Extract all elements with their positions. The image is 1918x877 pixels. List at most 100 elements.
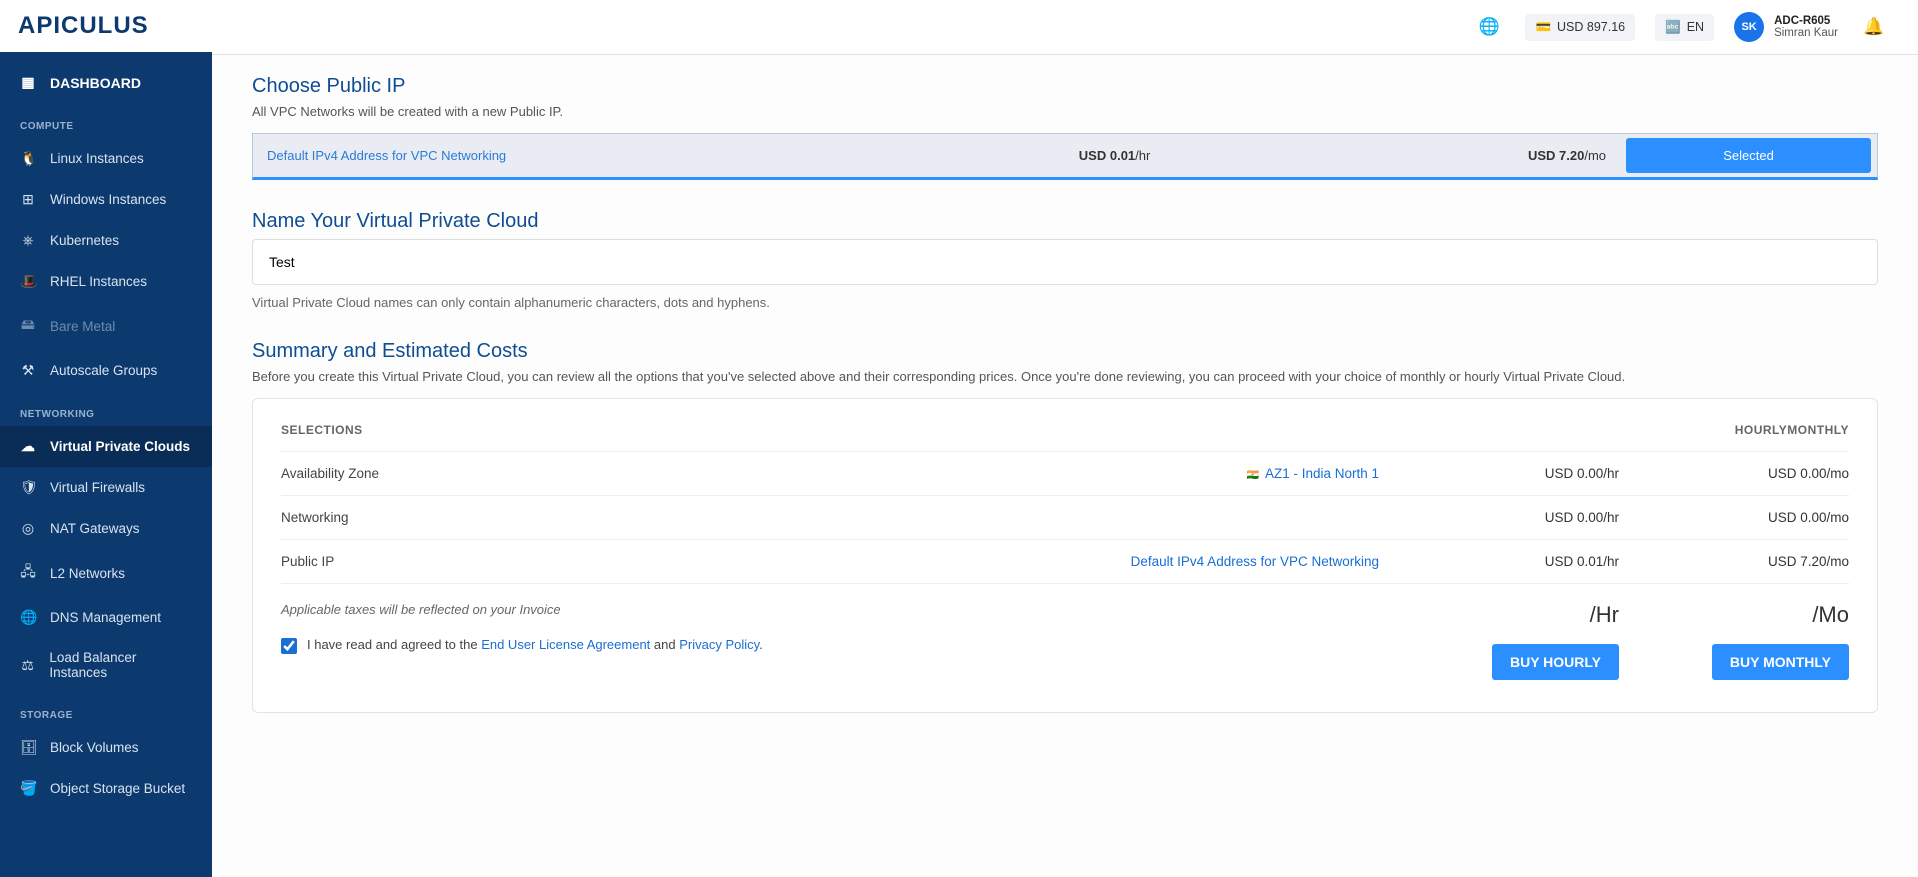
dashboard-icon: ▦	[20, 74, 36, 91]
summary-row-label: Networking	[281, 510, 581, 525]
sidebar-item-l2[interactable]: 🖧 L2 Networks	[0, 549, 212, 597]
selected-badge: Selected	[1626, 138, 1871, 173]
sidebar-item-label: NAT Gateways	[50, 521, 140, 536]
linux-icon: 🐧	[20, 150, 36, 167]
tax-note: Applicable taxes will be reflected on yo…	[281, 602, 1409, 617]
hourly-total-unit: /Hr	[1409, 602, 1619, 628]
sidebar-item-label: RHEL Instances	[50, 274, 147, 289]
public-ip-option[interactable]: Default IPv4 Address for VPC Networking …	[252, 133, 1878, 180]
flag-icon: 🇮🇳	[1246, 470, 1258, 481]
language-switcher[interactable]: 🔤 EN	[1655, 14, 1714, 41]
server-icon: 🖴	[20, 314, 36, 338]
buy-monthly-button[interactable]: BUY MONTHLY	[1712, 644, 1849, 680]
privacy-link[interactable]: Privacy Policy	[679, 637, 759, 652]
summary-subtitle: Before you create this Virtual Private C…	[252, 369, 1878, 384]
sidebar-item-label: Virtual Private Clouds	[50, 439, 190, 454]
buy-hourly-button[interactable]: BUY HOURLY	[1492, 644, 1619, 680]
wallet-icon: 💳	[1535, 20, 1551, 35]
lb-icon: ⚖	[20, 657, 35, 674]
sidebar-item-vpc[interactable]: ☁ Virtual Private Clouds	[0, 426, 212, 467]
sidebar-item-nat[interactable]: ◎ NAT Gateways	[0, 508, 212, 549]
sidebar-item-firewalls[interactable]: 🛡 Virtual Firewalls	[0, 467, 212, 508]
volume-icon: 🗄	[20, 739, 36, 756]
sidebar-item-linux[interactable]: 🐧 Linux Instances	[0, 138, 212, 179]
sidebar-item-label: Load Balancer Instances	[49, 650, 192, 680]
vpc-name-hint: Virtual Private Cloud names can only con…	[252, 295, 1878, 310]
translate-icon: 🔤	[1665, 20, 1681, 35]
sidebar-item-rhel[interactable]: 🎩 RHEL Instances	[0, 261, 212, 302]
sidebar-item-label: Bare Metal	[50, 319, 115, 334]
summary-row-monthly: USD 7.20/mo	[1619, 554, 1849, 569]
sidebar-item-label: Kubernetes	[50, 233, 119, 248]
summary-row-value: Default IPv4 Address for VPC Networking	[581, 554, 1409, 569]
cloud-icon: ☁	[20, 438, 36, 455]
brand-logo[interactable]: APICULUS	[0, 0, 212, 52]
sidebar: APICULUS ▦ DASHBOARD COMPUTE 🐧 Linux Inst…	[0, 0, 212, 877]
bucket-icon: 🪣	[20, 780, 36, 797]
summary-row-monthly: USD 0.00/mo	[1619, 510, 1849, 525]
name-vpc-title: Name Your Virtual Private Cloud	[252, 210, 1878, 233]
sidebar-item-label: Autoscale Groups	[50, 363, 157, 378]
monthly-total-unit: /Mo	[1619, 602, 1849, 628]
network-icon: 🖧	[20, 561, 36, 585]
sidebar-item-block[interactable]: 🗄 Block Volumes	[0, 727, 212, 768]
summary-row: Availability Zone 🇮🇳AZ1 - India North 1 …	[281, 451, 1849, 495]
windows-icon: ⊞	[20, 191, 36, 208]
balance-value: USD 897.16	[1557, 20, 1625, 34]
sidebar-item-lb[interactable]: ⚖ Load Balancer Instances	[0, 638, 212, 692]
sidebar-item-label: Windows Instances	[50, 192, 166, 207]
content-area: Choose Public IP All VPC Networks will b…	[212, 55, 1918, 877]
summary-row: Networking USD 0.00/hr USD 0.00/mo	[281, 495, 1849, 539]
summary-title: Summary and Estimated Costs	[252, 340, 1878, 363]
summary-row-hourly: USD 0.00/hr	[1409, 466, 1619, 481]
bell-icon[interactable]: 🔔	[1858, 11, 1890, 43]
summary-row-value: 🇮🇳AZ1 - India North 1	[581, 466, 1409, 481]
sidebar-section-compute: COMPUTE	[0, 103, 212, 138]
vpc-name-input[interactable]	[252, 239, 1878, 285]
sidebar-section-networking: NETWORKING	[0, 391, 212, 426]
sidebar-item-label: Virtual Firewalls	[50, 480, 145, 495]
user-menu[interactable]: SK ADC-R605 Simran Kaur	[1734, 12, 1838, 42]
public-ip-subtitle: All VPC Networks will be created with a …	[252, 104, 1878, 119]
ip-option-name: Default IPv4 Address for VPC Networking	[253, 136, 709, 175]
eula-link[interactable]: End User License Agreement	[481, 637, 650, 652]
sidebar-item-label: DNS Management	[50, 610, 161, 625]
sidebar-item-label: Object Storage Bucket	[50, 781, 185, 796]
sidebar-item-kubernetes[interactable]: ⎈ Kubernetes	[0, 220, 212, 261]
firewall-icon: 🛡	[20, 479, 36, 496]
agree-text: I have read and agreed to the End User L…	[307, 637, 763, 652]
summary-row-label: Public IP	[281, 554, 581, 569]
summary-row-monthly: USD 0.00/mo	[1619, 466, 1849, 481]
language-code: EN	[1687, 20, 1704, 34]
dns-icon: 🌐	[20, 609, 36, 626]
summary-header-monthly: MONTHLY	[1787, 423, 1849, 437]
summary-row-hourly: USD 0.01/hr	[1409, 554, 1619, 569]
sidebar-item-label: Linux Instances	[50, 151, 144, 166]
gateway-icon: ◎	[20, 520, 36, 537]
sidebar-item-label: Block Volumes	[50, 740, 139, 755]
summary-row: Public IP Default IPv4 Address for VPC N…	[281, 539, 1849, 583]
public-ip-title: Choose Public IP	[252, 75, 1878, 98]
agree-checkbox[interactable]	[281, 638, 297, 654]
sidebar-item-dashboard[interactable]: ▦ DASHBOARD	[0, 62, 212, 103]
sidebar-item-autoscale[interactable]: ⚒Autoscale Groups	[0, 350, 212, 391]
topbar: 🌐 💳 USD 897.16 🔤 EN SK ADC-R605 Simran K…	[212, 0, 1918, 55]
sidebar-item-label: L2 Networks	[50, 566, 125, 581]
kubernetes-icon: ⎈	[20, 232, 36, 249]
ip-option-hourly: USD 0.01/hr	[709, 136, 1165, 175]
sidebar-item-windows[interactable]: ⊞ Windows Instances	[0, 179, 212, 220]
summary-row-hourly: USD 0.00/hr	[1409, 510, 1619, 525]
summary-row-label: Availability Zone	[281, 466, 581, 481]
sidebar-item-dns[interactable]: 🌐 DNS Management	[0, 597, 212, 638]
globe-icon[interactable]: 🌐	[1473, 11, 1505, 43]
rhel-icon: 🎩	[20, 273, 36, 290]
sidebar-section-storage: STORAGE	[0, 692, 212, 727]
summary-header-selections: SELECTIONS	[281, 423, 821, 437]
avatar: SK	[1734, 12, 1764, 42]
sidebar-item-object[interactable]: 🪣 Object Storage Bucket	[0, 768, 212, 809]
balance-chip[interactable]: 💳 USD 897.16	[1525, 14, 1635, 41]
ip-option-monthly: USD 7.20/mo	[1164, 136, 1620, 175]
summary-card: SELECTIONS HOURLY MONTHLY Availability Z…	[252, 398, 1878, 713]
sidebar-item-label: DASHBOARD	[50, 75, 141, 91]
summary-header-hourly: HOURLY	[821, 423, 1787, 437]
